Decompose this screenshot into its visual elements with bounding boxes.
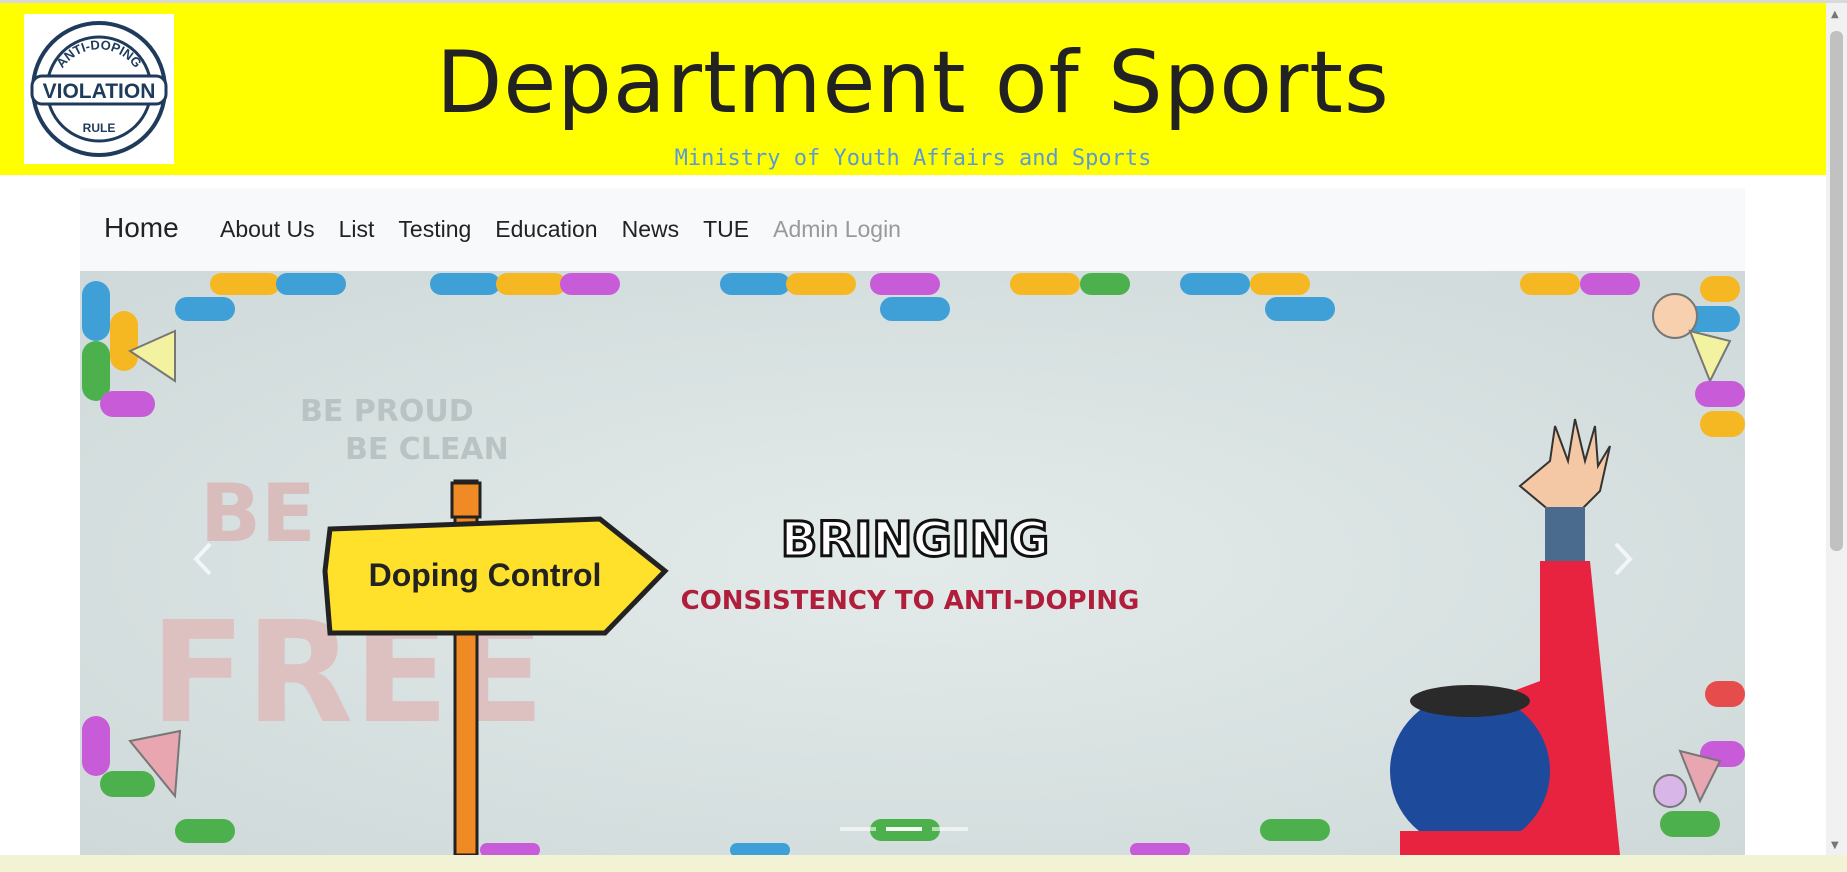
carousel-indicator-3[interactable] [932, 827, 968, 831]
hero-banner-image: BE PROUD BE CLEAN BE FREE Doping Control… [80, 271, 1745, 855]
bg-word-be: BE [200, 467, 316, 560]
nav-home-link[interactable]: Home [104, 212, 179, 244]
carousel-prev-button[interactable] [190, 539, 216, 589]
main-navbar: Home About Us List Testing Education New… [80, 188, 1745, 271]
scrollbar-thumb[interactable] [1830, 31, 1843, 551]
nav-education-link[interactable]: Education [495, 216, 597, 243]
hero-carousel: BE PROUD BE CLEAN BE FREE Doping Control… [80, 271, 1745, 855]
site-header: ANTI-DOPING VIOLATION RULE Department of… [0, 3, 1826, 175]
nav-about-us-link[interactable]: About Us [220, 216, 315, 243]
page-subtitle: Ministry of Youth Affairs and Sports [674, 146, 1152, 171]
carousel-next-button[interactable] [1610, 539, 1636, 589]
nav-links: About Us List Testing Education News TUE… [220, 216, 925, 243]
nav-testing-link[interactable]: Testing [398, 216, 471, 243]
scroll-up-icon[interactable]: ▲ [1831, 9, 1839, 20]
nav-admin-login-link[interactable]: Admin Login [773, 216, 901, 243]
carousel-indicator-1[interactable] [840, 827, 876, 831]
bg-word-be-proud: BE PROUD [300, 394, 474, 429]
sign-text: Doping Control [369, 557, 602, 593]
carousel-indicator-2[interactable] [886, 827, 922, 831]
nav-news-link[interactable]: News [622, 216, 680, 243]
nav-list-link[interactable]: List [339, 216, 375, 243]
hero-headline: BRINGING [781, 512, 1049, 568]
bg-word-be-clean: BE CLEAN [345, 432, 509, 467]
bottom-bar [0, 855, 1847, 872]
nav-tue-link[interactable]: TUE [703, 216, 749, 243]
scroll-down-icon[interactable]: ▼ [1831, 840, 1839, 851]
carousel-indicators [840, 827, 978, 831]
chevron-right-icon [1614, 542, 1633, 576]
vertical-scrollbar[interactable]: ▲ ▼ [1826, 3, 1847, 855]
page-title: Department of Sports [436, 33, 1390, 133]
hero-tagline: CONSISTENCY TO ANTI-DOPING [681, 586, 1140, 616]
chevron-left-icon [193, 542, 212, 576]
